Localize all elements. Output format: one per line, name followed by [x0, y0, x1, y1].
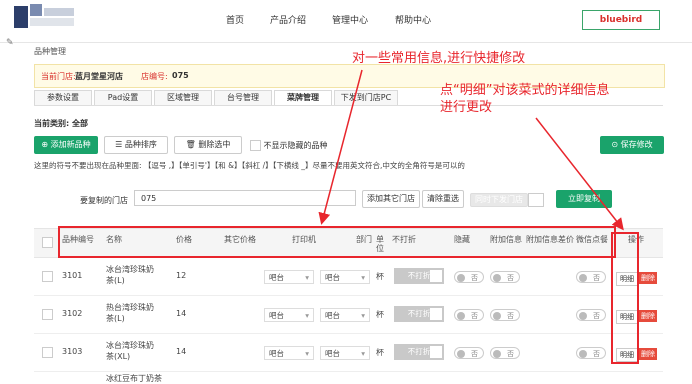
arrow-to-detail: [535, 117, 624, 231]
annotation-arrows: [318, 69, 624, 231]
arrow-to-columns: [318, 69, 363, 225]
